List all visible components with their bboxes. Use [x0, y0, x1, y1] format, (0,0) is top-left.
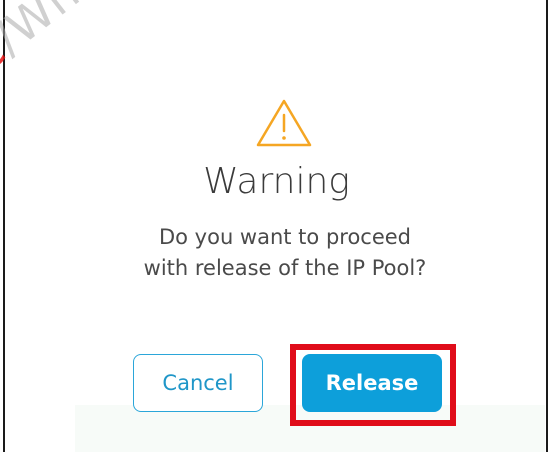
page: e/Whats/ +1(346) 6 Warning Do you want t…	[0, 0, 553, 452]
release-button[interactable]: Release	[302, 354, 442, 412]
cancel-button[interactable]: Cancel	[133, 354, 263, 412]
warning-triangle-icon	[256, 99, 312, 147]
dialog-message: Do you want to proceed with release of t…	[143, 225, 427, 280]
dialog-title: Warning	[203, 161, 350, 202]
